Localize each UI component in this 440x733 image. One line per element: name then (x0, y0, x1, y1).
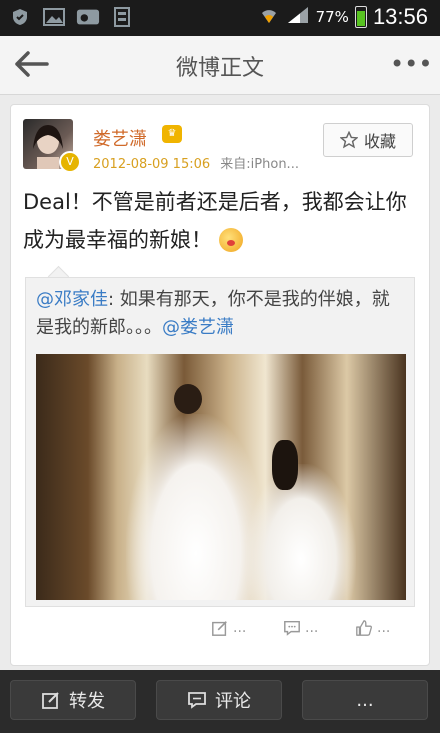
clock: 13:56 (372, 4, 428, 29)
post-card: V 娄艺潇 ♛ 2012-08-09 15:06 来自:iPhon... 收藏 … (10, 104, 430, 666)
star-icon (339, 131, 358, 149)
favorite-button[interactable]: 收藏 (323, 123, 413, 157)
repost-button-label: 转发 (69, 691, 105, 712)
comment-count: ... (305, 620, 319, 636)
reposted-content[interactable]: @邓家佳: 如果有那天，你不是我的伴娘，就是我的新郎。。。@娄艺潇 (25, 277, 415, 607)
repost-photo[interactable] (36, 354, 406, 600)
mention-author[interactable]: @邓家佳 (36, 289, 108, 310)
repost-actions: ... ... ... (11, 619, 429, 649)
thumbs-up-icon (356, 620, 372, 636)
battery-icon (354, 6, 367, 28)
comment-action[interactable]: ... (283, 619, 318, 637)
more-button-label: ... (356, 689, 374, 711)
vip-crown-icon: ♛ (162, 125, 182, 143)
notification-icons (8, 6, 134, 28)
document-icon (110, 6, 134, 28)
favorite-label: 收藏 (363, 132, 396, 151)
top-bar: 微博正文 ••• (0, 36, 440, 95)
comment-button-label: 评论 (215, 691, 251, 712)
status-bar: 77% 13:56 (0, 0, 440, 36)
mention-tail[interactable]: @娄艺潇 (162, 317, 234, 338)
battery-percent: 77% (315, 8, 349, 26)
post-body: Deal！不管是前者还是后者，我都会让你成为最幸福的新娘！ (23, 183, 419, 259)
edit-icon (212, 621, 227, 636)
post-meta: 2012-08-09 15:06 来自:iPhon... (93, 153, 299, 172)
bottom-bar: 转发 评论 ... (0, 670, 440, 733)
post-source: 来自:iPhon... (220, 157, 299, 172)
repost-text: @邓家佳: 如果有那天，你不是我的伴娘，就是我的新郎。。。@娄艺潇 (36, 286, 406, 342)
like-action[interactable]: ... (355, 619, 390, 637)
status-right: 77% 13:56 (258, 4, 428, 30)
more-options-button[interactable]: ••• (390, 52, 432, 76)
more-dots-icon: ••• (390, 50, 433, 78)
repost-button[interactable]: 转发 (10, 680, 136, 720)
comment-icon (284, 620, 300, 636)
photo-figure-1-head (174, 384, 202, 414)
like-count: ... (377, 620, 391, 636)
comment-button[interactable]: 评论 (156, 680, 282, 720)
gallery-icon (42, 6, 66, 28)
post-timestamp: 2012-08-09 15:06 (93, 157, 211, 172)
verified-badge-icon: V (59, 151, 81, 173)
page-title: 微博正文 (175, 56, 264, 81)
comment-bubble-icon (188, 692, 206, 709)
repost-count: ... (233, 620, 247, 636)
post-text: Deal！不管是前者还是后者，我都会让你成为最幸福的新娘！ (23, 190, 407, 252)
shield-icon (8, 6, 32, 28)
repost-edit-icon (42, 692, 59, 709)
photo-figure-2 (246, 464, 356, 600)
more-button[interactable]: ... (302, 680, 428, 720)
photo-figure-1 (126, 414, 266, 600)
repost-action[interactable]: ... (211, 619, 246, 637)
shy-emoji-icon (218, 228, 243, 252)
wifi-icon (258, 5, 280, 29)
username[interactable]: 娄艺潇 (93, 125, 147, 151)
signal-icon (286, 5, 310, 29)
photo-figure-2-head (272, 440, 298, 490)
weibo-icon (76, 6, 100, 28)
